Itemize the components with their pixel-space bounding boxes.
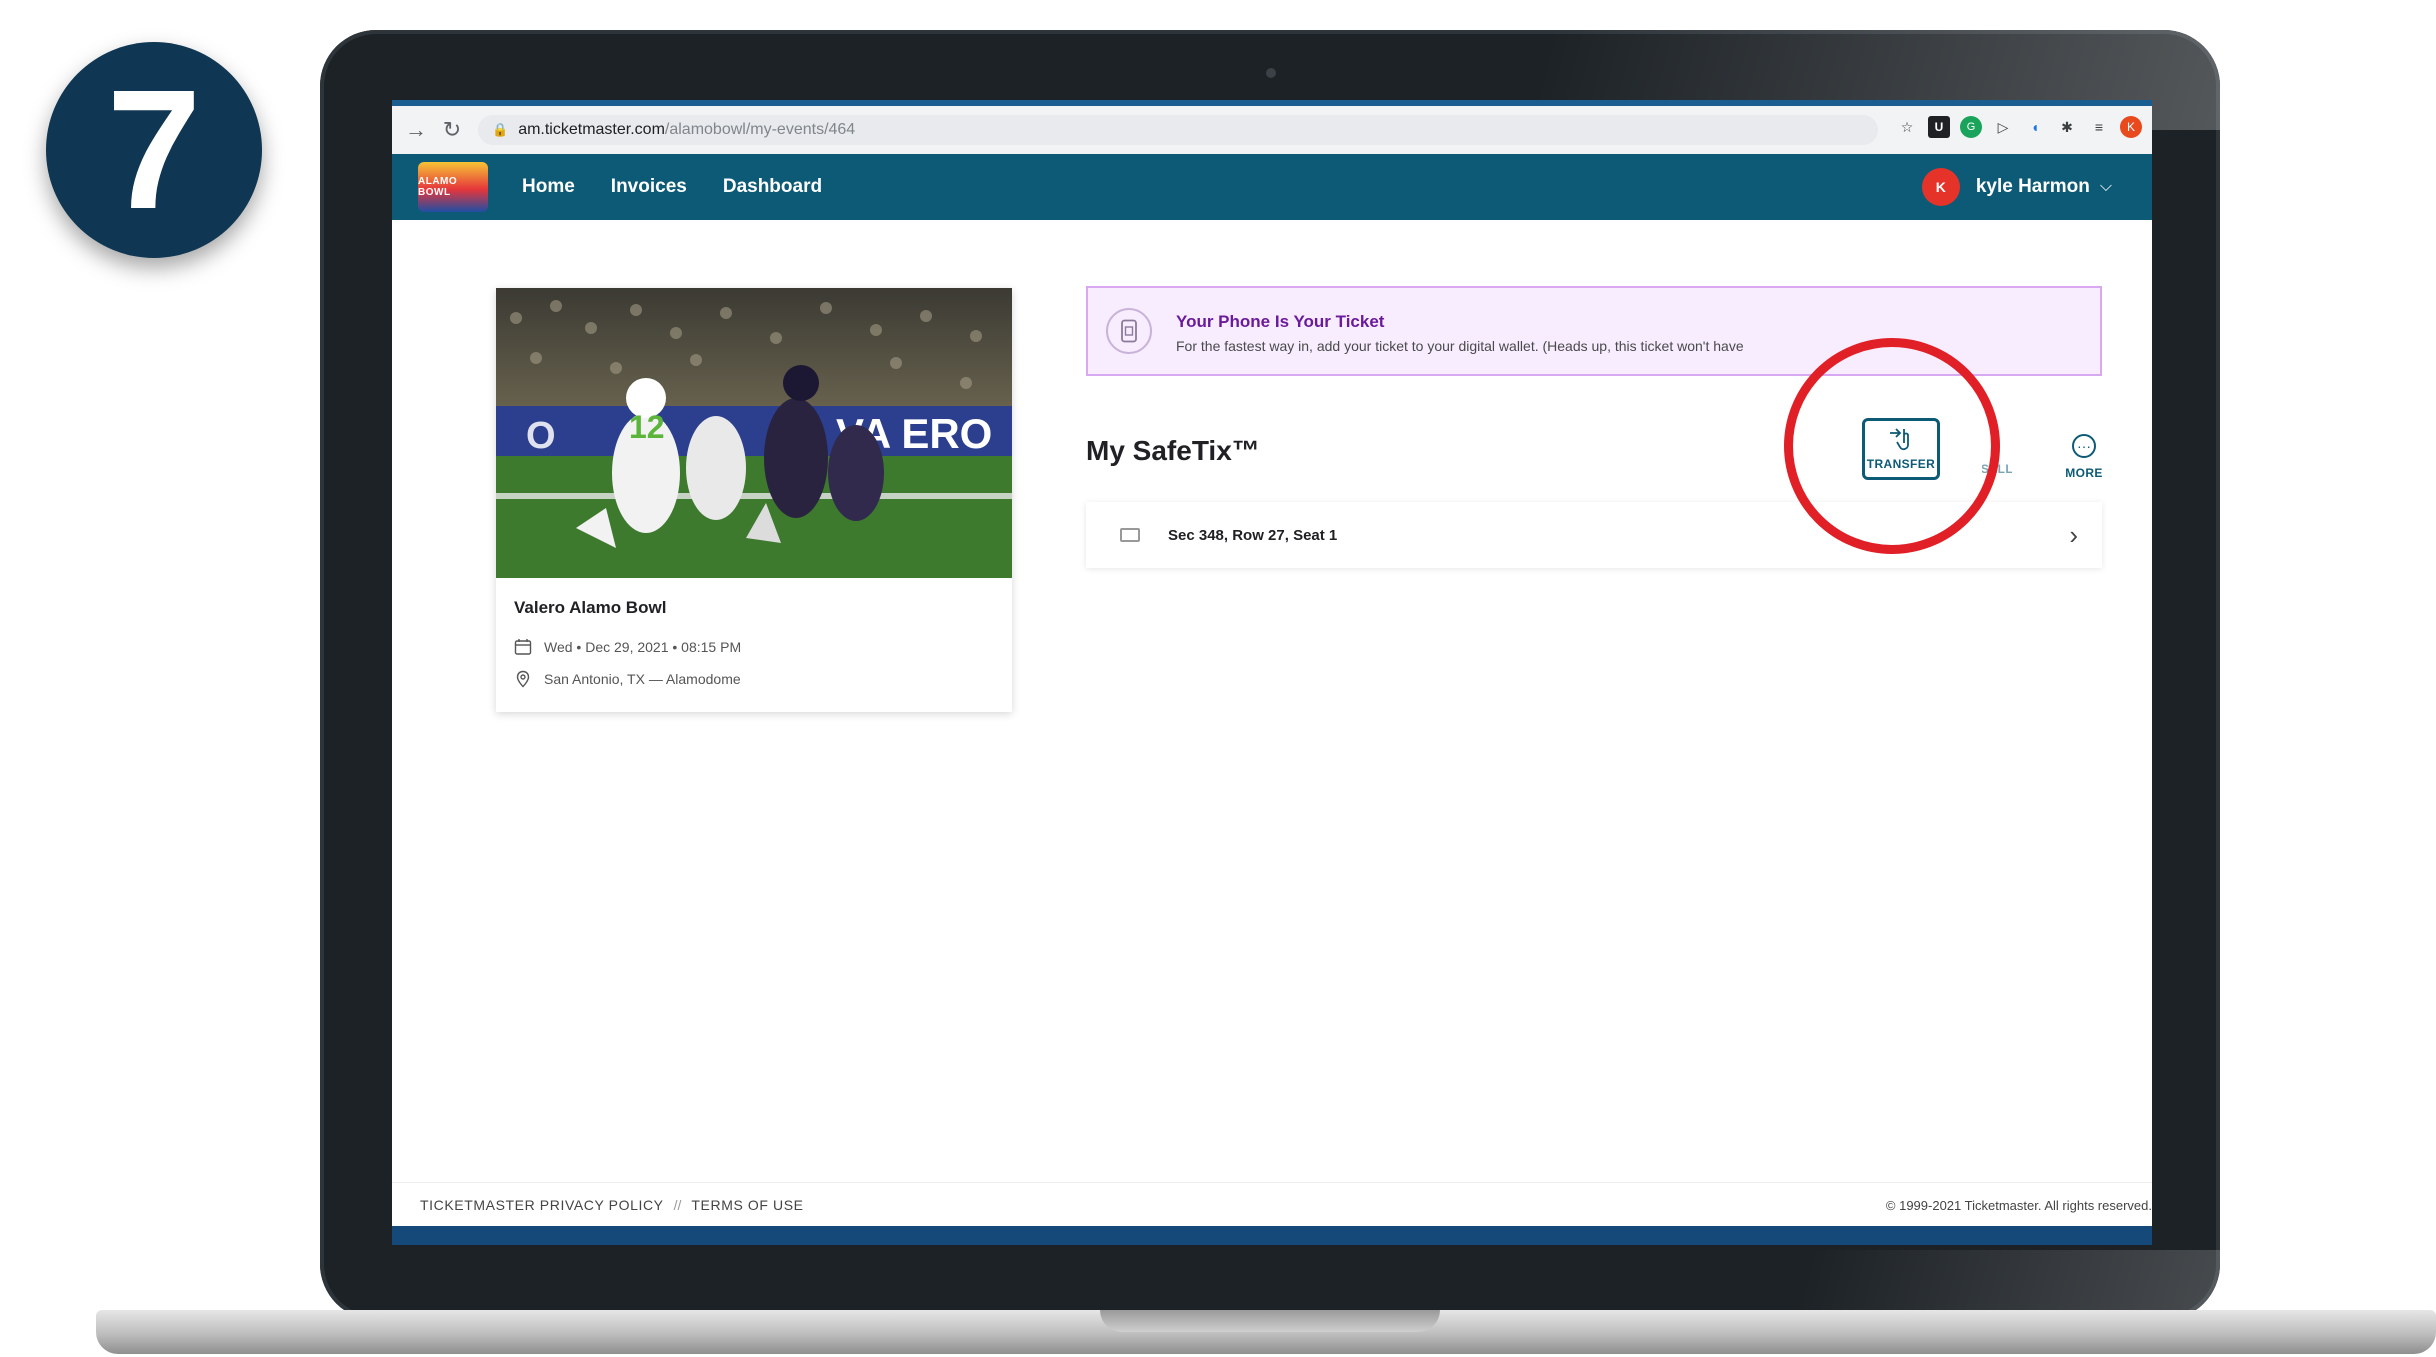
url-path: /alamobowl/my-events/464	[664, 121, 856, 138]
nav-invoices[interactable]: Invoices	[611, 176, 687, 198]
footer-separator: //	[673, 1197, 682, 1213]
laptop-base-notch	[1100, 1310, 1440, 1332]
phone-icon	[1106, 308, 1152, 354]
chevron-right-icon: ›	[2069, 519, 2078, 550]
safetix-title: My SafeTix™	[1086, 435, 1260, 466]
laptop-screen: → ↻ 🔒 am.ticketmaster.com/alamobowl/my-e…	[392, 100, 2152, 1245]
transfer-highlight-circle	[1784, 338, 2000, 554]
privacy-policy-link[interactable]: TICKETMASTER PRIVACY POLICY	[420, 1197, 664, 1213]
event-card[interactable]: VA ERO O 12 Valero Alamo Bowl Wed • Dec …	[496, 288, 1012, 712]
profile-avatar-icon[interactable]: K	[2120, 116, 2142, 138]
event-datetime: Wed • Dec 29, 2021 • 08:15 PM	[544, 639, 742, 655]
ticket-icon	[1120, 528, 1140, 542]
bookmark-star-icon[interactable]: ☆	[1896, 116, 1918, 138]
browser-extensions: ☆ U G ▷ ◖ ✱ ≡ K	[1896, 116, 2142, 138]
banner-text: For the fastest way in, add your ticket …	[1176, 338, 1744, 354]
webcam	[1266, 68, 1276, 78]
calendar-icon	[514, 639, 532, 655]
event-title: Valero Alamo Bowl	[514, 598, 667, 617]
footer-links: TICKETMASTER PRIVACY POLICY // TERMS OF …	[420, 1197, 804, 1213]
user-avatar: K	[1921, 168, 1960, 206]
nav-home[interactable]: Home	[522, 176, 575, 198]
user-name: kyle Harmon	[1975, 176, 2090, 197]
reload-icon[interactable]: ↻	[440, 117, 464, 143]
location-pin-icon	[516, 670, 530, 688]
ticket-seat-info: Sec 348, Row 27, Seat 1	[1168, 526, 1338, 544]
address-bar[interactable]: 🔒 am.ticketmaster.com/alamobowl/my-event…	[478, 115, 1878, 145]
browser-toolbar: → ↻ 🔒 am.ticketmaster.com/alamobowl/my-e…	[392, 100, 2152, 154]
more-button[interactable]: ··· MORE	[2052, 420, 2116, 480]
page-footer: TICKETMASTER PRIVACY POLICY // TERMS OF …	[392, 1182, 2152, 1227]
lock-icon: 🔒	[492, 122, 509, 137]
extension-u-icon[interactable]: U	[1928, 116, 1950, 138]
event-location: San Antonio, TX — Alamodome	[544, 671, 741, 687]
forward-icon[interactable]: →	[404, 117, 428, 143]
extension-audio-icon[interactable]: ◖	[2024, 116, 2046, 138]
terms-of-use-link[interactable]: TERMS OF USE	[691, 1197, 803, 1213]
alamo-bowl-logo[interactable]: ALAMO BOWL	[418, 162, 488, 212]
svg-text:12: 12	[629, 409, 665, 445]
copyright-text: © 1999-2021 Ticketmaster. All rights res…	[1885, 1197, 2152, 1213]
svg-text:O: O	[526, 415, 556, 457]
event-datetime-row: Wed • Dec 29, 2021 • 08:15 PM	[514, 638, 741, 656]
extension-grammarly-icon[interactable]: G	[1960, 116, 1982, 138]
banner-title: Your Phone Is Your Ticket	[1176, 312, 1385, 331]
nav-dashboard[interactable]: Dashboard	[723, 176, 822, 198]
event-location-row: San Antonio, TX — Alamodome	[514, 670, 741, 688]
app-header: ALAMO BOWL Home Invoices Dashboard K kyl…	[392, 154, 2152, 220]
step-number-badge: 7	[46, 42, 262, 258]
extension-play-icon[interactable]: ▷	[1992, 116, 2014, 138]
more-label: MORE	[2065, 466, 2103, 480]
more-dots-icon: ···	[2072, 434, 2096, 458]
footer-strip	[392, 1226, 2152, 1245]
user-menu[interactable]: K kyle Harmon ⌵	[1921, 168, 2112, 206]
extensions-puzzle-icon[interactable]: ✱	[2056, 116, 2078, 138]
reading-list-icon[interactable]: ≡	[2088, 116, 2110, 138]
url-host: am.ticketmaster.com	[518, 121, 665, 138]
event-photo: VA ERO O 12	[496, 288, 1012, 578]
chevron-down-icon: ⌵	[2099, 178, 2112, 195]
